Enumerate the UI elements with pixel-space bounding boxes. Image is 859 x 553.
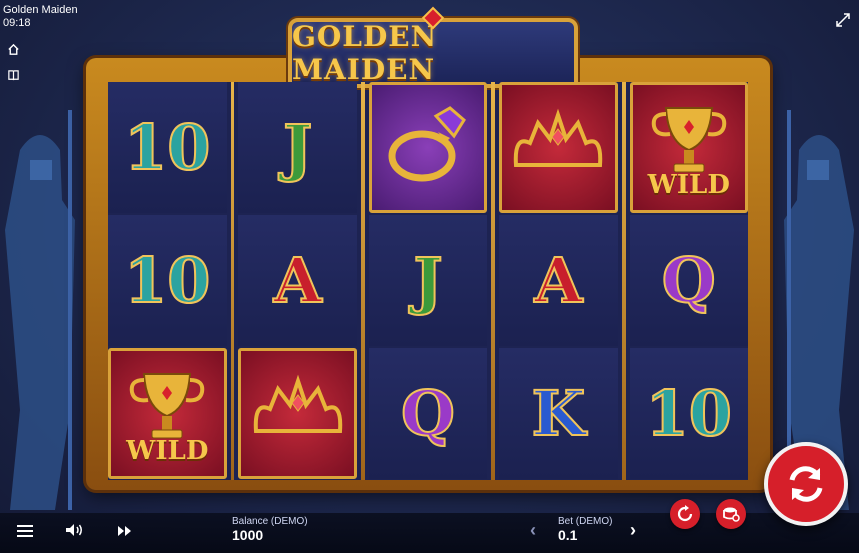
- clock-time: 09:18: [3, 17, 31, 29]
- symbol-a: A: [533, 243, 583, 317]
- reel-5-cell-3: 10: [629, 348, 749, 479]
- balance-value: 1000: [232, 527, 264, 543]
- reel-3-cell-2: J: [368, 215, 488, 346]
- chevron-left-icon[interactable]: ‹: [530, 520, 536, 541]
- symbol-j: J: [412, 243, 443, 317]
- bet-value: 0.1: [558, 527, 578, 543]
- reel-2-cell-3: [238, 348, 357, 479]
- symbol-10: 10: [645, 376, 733, 450]
- reel-4-cell-2: A: [499, 215, 618, 346]
- symbol-q: Q: [400, 376, 456, 450]
- reel-4-cell-1: [499, 82, 618, 213]
- game-logo-text: GOLDEN MAIDEN: [292, 20, 438, 86]
- crown-icon: [248, 371, 348, 456]
- symbol-a: A: [273, 243, 323, 317]
- fast-forward-icon[interactable]: [116, 524, 134, 540]
- reels-grid: 10 10 WILD J A J Q A K WILD Q 10: [108, 82, 749, 480]
- reel-divider: [360, 82, 365, 480]
- reel-3: JQ: [368, 82, 488, 480]
- bet-settings-icon: [723, 507, 740, 522]
- reel-4-cell-3: K: [499, 348, 618, 479]
- sound-icon[interactable]: [64, 522, 82, 538]
- wild-label: WILD: [126, 436, 209, 466]
- ring-icon: [380, 102, 476, 193]
- spin-button[interactable]: [764, 442, 848, 526]
- symbol-k: K: [530, 376, 586, 450]
- menu-icon[interactable]: [16, 524, 34, 540]
- reel-divider: [491, 82, 496, 480]
- wild-label: WILD: [647, 170, 730, 200]
- autoplay-icon: [677, 505, 693, 522]
- reel-1-cell-2: 10: [108, 215, 227, 346]
- reel-2-cell-2: A: [238, 215, 357, 346]
- reel-divider: [621, 82, 626, 480]
- symbol-10: 10: [123, 110, 211, 184]
- reel-3-cell-3: Q: [368, 348, 488, 479]
- book-icon[interactable]: [6, 68, 20, 82]
- expand-icon[interactable]: [835, 12, 851, 28]
- reel-1-cell-3: WILD: [108, 348, 227, 479]
- reel-2: JA: [238, 82, 357, 480]
- game-logo: GOLDEN MAIDEN: [288, 6, 578, 88]
- left-toolbar: [6, 42, 20, 82]
- reel-3-cell-1: [368, 82, 488, 213]
- symbol-10: 10: [123, 243, 211, 317]
- game-title-text: Golden Maiden: [3, 4, 78, 16]
- knight-statue-left: [5, 110, 75, 510]
- autoplay-button[interactable]: [670, 499, 700, 529]
- symbol-j: J: [282, 110, 313, 184]
- window-info: Golden Maiden 09:18: [3, 4, 78, 30]
- symbol-q: Q: [661, 243, 717, 317]
- reel-5-cell-1: WILD: [629, 82, 749, 213]
- bet-settings-button[interactable]: [716, 499, 746, 529]
- reel-divider: [230, 82, 235, 480]
- home-icon[interactable]: [6, 42, 20, 56]
- chevron-right-icon[interactable]: ›: [630, 520, 636, 541]
- reel-1-cell-1: 10: [108, 82, 227, 213]
- crown-icon: [508, 105, 608, 190]
- reel-1: 10 10 WILD: [108, 82, 227, 480]
- reel-5: WILD Q 10: [629, 82, 749, 480]
- reel-2-cell-1: J: [238, 82, 357, 213]
- spin-icon: [789, 466, 823, 502]
- reel-5-cell-2: Q: [629, 215, 749, 346]
- reel-4: AK: [499, 82, 618, 480]
- bet-label: Bet (DEMO): [558, 516, 613, 527]
- balance-label: Balance (DEMO): [232, 516, 308, 527]
